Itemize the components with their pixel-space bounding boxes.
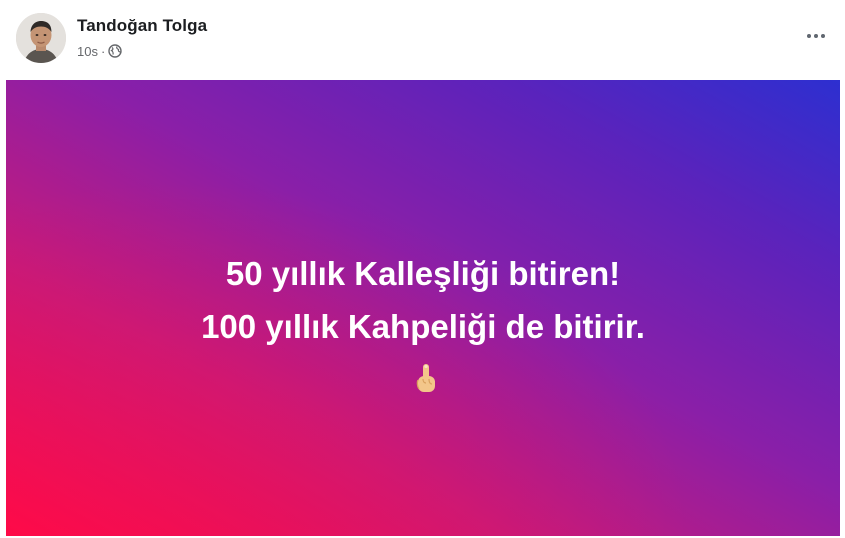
post-header: Tandoğan Tolga 10s · bbox=[0, 0, 845, 80]
avatar-photo bbox=[16, 13, 66, 63]
index-finger-up-icon bbox=[412, 362, 440, 396]
avatar[interactable] bbox=[16, 13, 66, 63]
post-timestamp[interactable]: 10s bbox=[77, 44, 98, 59]
meta-separator: · bbox=[100, 43, 106, 59]
post-text-background[interactable]: 50 yıllık Kalleşliği bitiren! 100 yıllık… bbox=[6, 80, 840, 536]
more-options-button[interactable] bbox=[801, 24, 831, 48]
post-meta: 10s · bbox=[77, 42, 123, 60]
globe-icon[interactable] bbox=[108, 44, 123, 58]
post-text-line-1: 50 yıllık Kalleşliği bitiren! bbox=[225, 255, 621, 292]
more-dots-icon bbox=[807, 34, 825, 38]
post-text-line-2: 100 yıllık Kahpeliği de bitirir. bbox=[201, 308, 645, 345]
author-name[interactable]: Tandoğan Tolga bbox=[77, 16, 207, 36]
